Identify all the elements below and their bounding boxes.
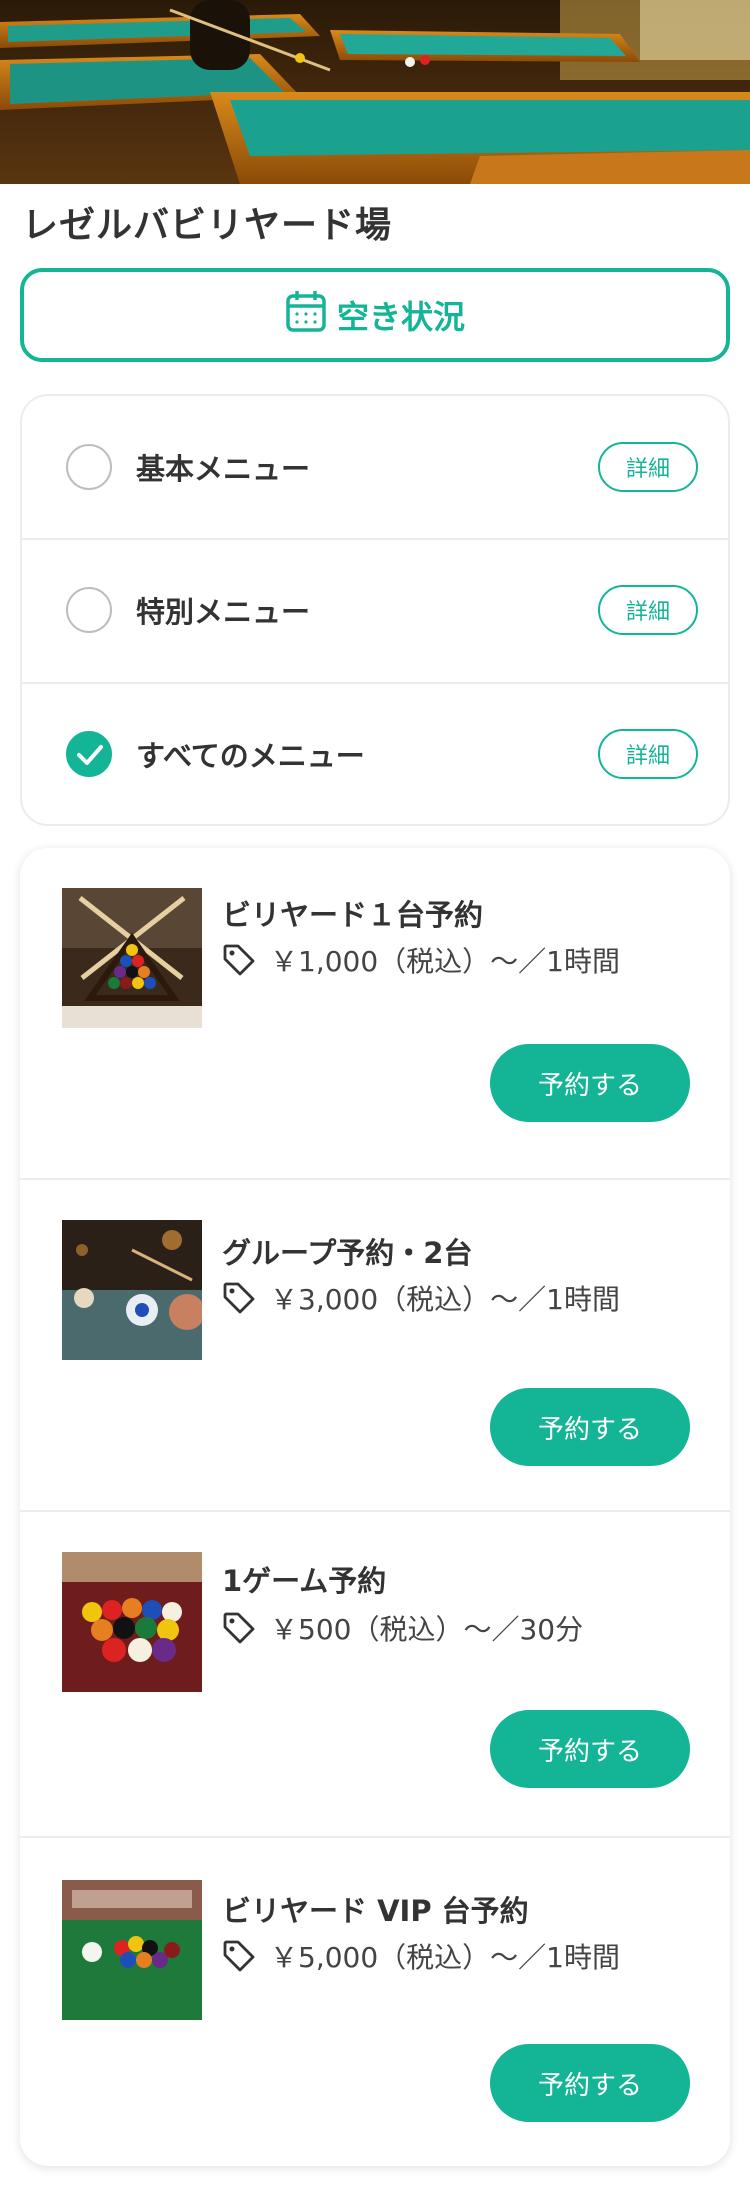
menu-filter: 基本メニュー 詳細 特別メニュー 詳細 すべてのメニュー 詳細 — [20, 394, 730, 826]
price-tag-icon — [223, 1612, 255, 1644]
plan-item: グループ予約・2台 ￥3,000（税込）〜／1時間 予約する — [20, 1178, 730, 1510]
detail-button[interactable]: 詳細 — [598, 442, 698, 492]
radio-button[interactable] — [66, 444, 112, 490]
plan-price-text: ￥3,000（税込）〜／1時間 — [270, 1283, 620, 1316]
price-tag-icon — [223, 1282, 255, 1314]
price-tag-icon — [223, 1940, 255, 1972]
filter-option-all[interactable]: すべてのメニュー 詳細 — [22, 682, 728, 824]
plan-item: ビリヤード１台予約 ￥1,000（税込）〜／1時間 予約する — [20, 848, 730, 1178]
venue-title: レゼルバビリヤード場 — [22, 205, 393, 246]
plan-image-cues-rack — [62, 888, 202, 1028]
plan-item: 1ゲーム予約 ￥500（税込）〜／30分 予約する — [20, 1510, 730, 1836]
plan-name: 1ゲーム予約 — [222, 1564, 387, 1598]
price-tag-icon — [223, 944, 255, 976]
filter-option-basic[interactable]: 基本メニュー 詳細 — [22, 396, 728, 538]
availability-label: 空き状況 — [336, 298, 465, 336]
plan-price: ￥500（税込）〜／30分 — [222, 1608, 583, 1648]
detail-button[interactable]: 詳細 — [598, 729, 698, 779]
plan-name: ビリヤード VIP 台予約 — [222, 1894, 529, 1928]
plan-list: ビリヤード１台予約 ￥1,000（税込）〜／1時間 予約する グループ予約・2台… — [20, 848, 730, 2166]
checkmark-icon — [77, 745, 103, 765]
plan-name: ビリヤード１台予約 — [222, 898, 484, 932]
detail-button[interactable]: 詳細 — [598, 585, 698, 635]
plan-price-text: ￥500（税込）〜／30分 — [270, 1613, 584, 1646]
filter-option-label: 基本メニュー — [136, 452, 311, 486]
book-button[interactable]: 予約する — [490, 1044, 690, 1122]
plan-image-green-table — [62, 1880, 202, 2020]
calendar-icon — [285, 289, 327, 341]
plan-item: ビリヤード VIP 台予約 ￥5,000（税込）〜／1時間 予約する — [20, 1836, 730, 2166]
plan-image-racked-balls — [62, 1552, 202, 1692]
availability-button[interactable]: 空き状況 — [20, 268, 730, 362]
plan-image-player-shot — [62, 1220, 202, 1360]
radio-button-checked[interactable] — [66, 731, 112, 777]
radio-button[interactable] — [66, 587, 112, 633]
plan-name: グループ予約・2台 — [222, 1236, 473, 1270]
plan-price: ￥1,000（税込）〜／1時間 — [222, 940, 620, 980]
book-button[interactable]: 予約する — [490, 1710, 690, 1788]
plan-price: ￥5,000（税込）〜／1時間 — [222, 1936, 620, 1976]
filter-option-label: すべてのメニュー — [136, 739, 365, 773]
plan-price-text: ￥5,000（税込）〜／1時間 — [270, 1941, 620, 1974]
book-button[interactable]: 予約する — [490, 1388, 690, 1466]
book-button[interactable]: 予約する — [490, 2044, 690, 2122]
filter-option-label: 特別メニュー — [136, 595, 311, 629]
plan-price: ￥3,000（税込）〜／1時間 — [222, 1278, 620, 1318]
plan-price-text: ￥1,000（税込）〜／1時間 — [270, 945, 620, 978]
filter-option-special[interactable]: 特別メニュー 詳細 — [22, 538, 728, 680]
hero-image — [0, 0, 750, 184]
